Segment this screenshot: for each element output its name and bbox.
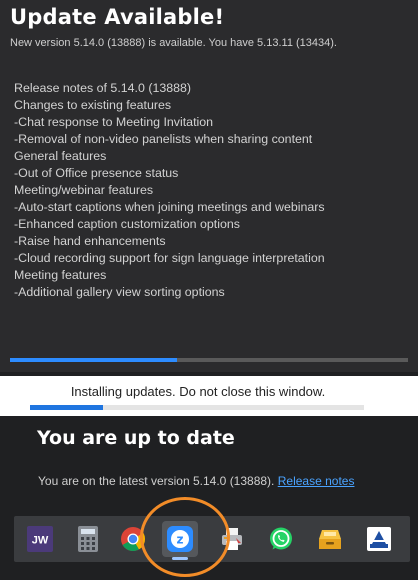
zoom-icon: z — [167, 526, 193, 552]
release-note-line: -Auto-start captions when joining meetin… — [14, 200, 325, 214]
taskbar: JW z — [14, 516, 410, 562]
latest-version-text: You are on the latest version 5.14.0 (13… — [38, 474, 275, 488]
release-note-line: Meeting/webinar features — [14, 183, 154, 197]
release-note-line: General features — [14, 149, 107, 163]
release-note-line: Changes to existing features — [14, 98, 172, 112]
jw-library-icon-text: JW — [32, 535, 49, 547]
svg-text:z: z — [177, 533, 184, 547]
install-progress-bar — [30, 405, 364, 410]
update-title: Update Available! — [10, 5, 225, 29]
installing-window: Installing updates. Do not close this wi… — [0, 376, 418, 416]
release-note-line: Release notes of 5.14.0 (13888) — [14, 81, 192, 95]
up-to-date-message: You are on the latest version 5.14.0 (13… — [38, 474, 354, 488]
whatsapp-icon — [270, 527, 292, 550]
taskbar-item-jw-library[interactable]: JW — [22, 521, 58, 557]
scanner-icon — [367, 527, 391, 551]
install-progress-fill — [30, 405, 104, 410]
up-to-date-window: You are up to date You are on the latest… — [0, 416, 418, 510]
installing-message: Installing updates. Do not close this wi… — [70, 384, 326, 399]
download-progress-bar — [10, 358, 408, 362]
release-notes-link[interactable]: Release notes — [278, 474, 355, 488]
release-note-line: -Raise hand enhancements — [14, 234, 166, 248]
printer-icon — [222, 528, 242, 550]
release-note-line: -Cloud recording support for sign langua… — [14, 251, 325, 265]
release-note-line: -Enhanced caption customization options — [14, 217, 240, 231]
release-note-line: -Additional gallery view sorting options — [14, 285, 225, 299]
taskbar-item-chrome[interactable] — [115, 521, 151, 557]
download-progress-fill — [10, 358, 178, 362]
release-notes: Release notes of 5.14.0 (13888) Changes t… — [14, 80, 410, 301]
update-available-window: Update Available! New version 5.14.0 (13… — [0, 0, 418, 372]
release-note-line: Meeting features — [14, 268, 107, 282]
taskbar-item-scanner[interactable] — [361, 521, 397, 557]
chrome-icon — [121, 527, 145, 552]
taskbar-item-zoom[interactable]: z — [162, 521, 198, 560]
jw-library-icon: JW — [27, 526, 53, 552]
drawer-icon — [319, 530, 341, 549]
up-to-date-title: You are up to date — [37, 427, 235, 449]
release-note-line: -Out of Office presence status — [14, 166, 179, 180]
release-note-line: -Chat response to Meeting Invitation — [14, 115, 214, 129]
taskbar-item-calculator[interactable] — [70, 521, 106, 557]
calculator-icon — [78, 526, 98, 552]
taskbar-item-printer[interactable] — [214, 521, 250, 557]
update-version-info: New version 5.14.0 (13888) is available.… — [10, 37, 337, 49]
release-note-line: -Removal of non-video panelists when sha… — [14, 132, 313, 146]
taskbar-item-file-drawer[interactable] — [312, 521, 348, 557]
taskbar-item-whatsapp[interactable] — [263, 521, 299, 557]
